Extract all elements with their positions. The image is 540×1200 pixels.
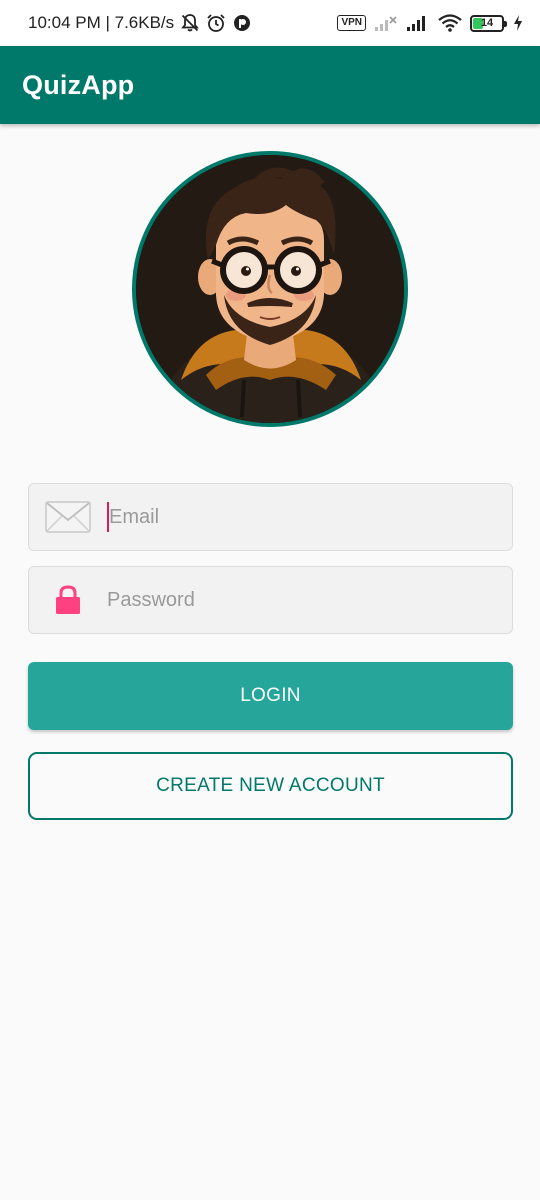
create-account-button[interactable]: CREATE NEW ACCOUNT <box>28 752 513 820</box>
password-field[interactable] <box>28 566 513 634</box>
charging-icon <box>512 14 524 32</box>
status-left: 10:04 PM | 7.6KB/s <box>28 13 252 33</box>
bell-off-icon <box>180 13 200 33</box>
status-time-speed: 10:04 PM | 7.6KB/s <box>28 13 175 32</box>
signal-no-service-icon <box>374 14 398 32</box>
alarm-icon <box>206 13 226 33</box>
app-bar: QuizApp <box>0 46 540 124</box>
app-title: QuizApp <box>22 69 135 100</box>
battery-icon: 14 <box>470 14 507 32</box>
status-right: VPN 14 <box>337 14 524 32</box>
avatar <box>132 151 408 427</box>
wifi-icon <box>438 14 462 32</box>
app-notification-icon <box>232 13 252 33</box>
status-bar: 10:04 PM | 7.6KB/s VPN 14 <box>0 0 540 46</box>
login-button[interactable]: LOGIN <box>28 662 513 730</box>
signal-icon <box>406 14 430 32</box>
avatar-illustration <box>136 155 404 423</box>
battery-level: 14 <box>480 17 494 29</box>
vpn-icon: VPN <box>337 15 366 31</box>
email-field[interactable] <box>28 483 513 551</box>
lock-icon <box>29 585 107 615</box>
envelope-icon <box>29 501 107 533</box>
email-input[interactable] <box>109 505 489 529</box>
password-input[interactable] <box>107 588 487 612</box>
